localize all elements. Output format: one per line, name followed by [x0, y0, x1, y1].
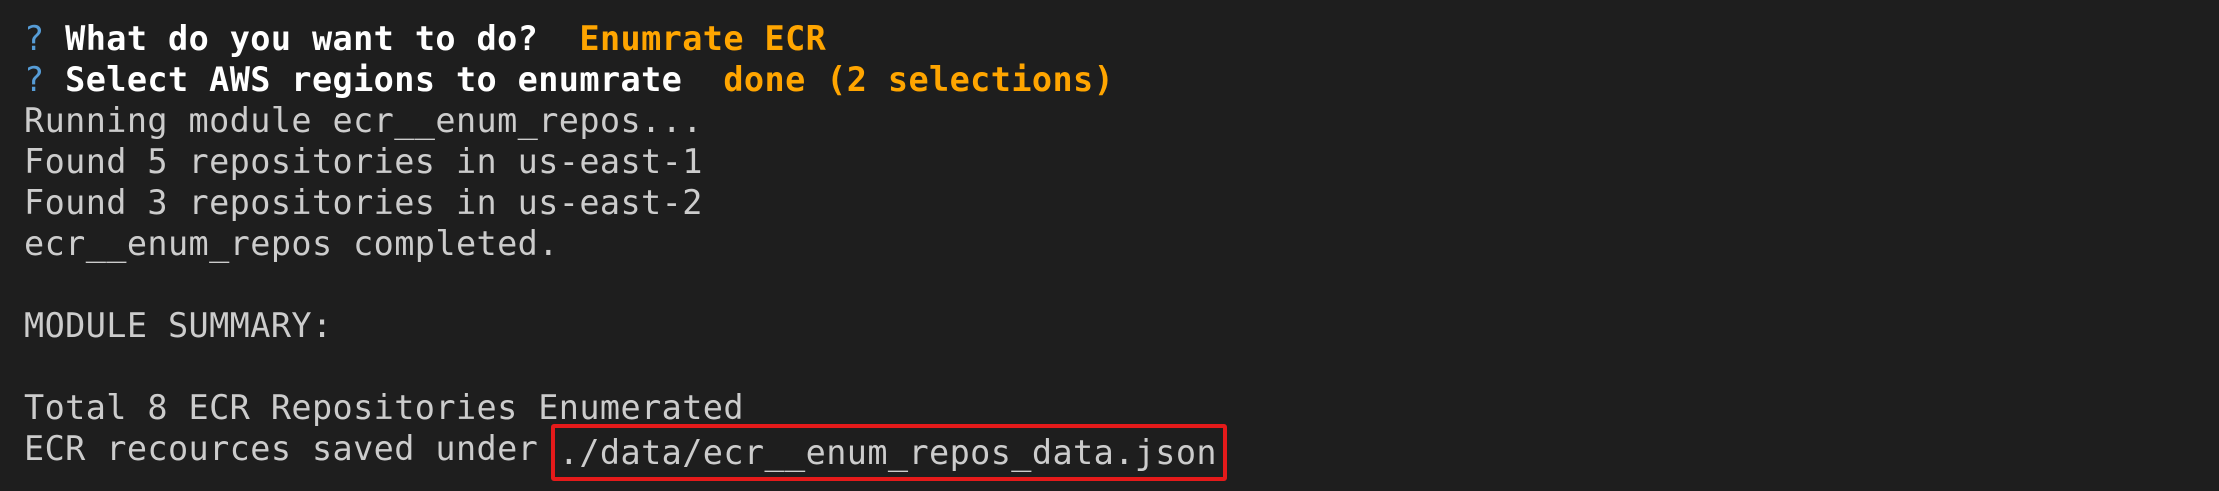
question-mark-icon: ? — [24, 19, 45, 58]
prompt-answer: done (2 selections) — [723, 60, 1115, 99]
saved-path-highlight: ./data/ecr__enum_repos_data.json — [550, 424, 1227, 481]
terminal-window[interactable]: ? What do you want to do? Enumrate ECR ?… — [0, 0, 2219, 491]
summary-heading: MODULE SUMMARY: — [24, 306, 333, 345]
output-line: Found 5 repositories in us-east-1 — [24, 142, 703, 181]
output-line: Running module ecr__enum_repos... — [24, 101, 703, 140]
question-mark-icon: ? — [24, 60, 45, 99]
prompt-line-regions: ? Select AWS regions to enumrate done (2… — [24, 59, 2219, 100]
summary-total: Total 8 ECR Repositories Enumerated — [24, 388, 744, 427]
prompt-answer: Enumrate ECR — [579, 19, 827, 58]
prompt-question: What do you want to do? — [65, 19, 539, 58]
output-line: ecr__enum_repos completed. — [24, 224, 559, 263]
saved-location-line: ECR recources saved under ./data/ecr__en… — [24, 424, 2219, 481]
saved-prefix: ECR recources saved under — [24, 429, 539, 468]
output-line: Found 3 repositories in us-east-2 — [24, 183, 703, 222]
prompt-line-action: ? What do you want to do? Enumrate ECR — [24, 18, 2219, 59]
prompt-question: Select AWS regions to enumrate — [65, 60, 683, 99]
